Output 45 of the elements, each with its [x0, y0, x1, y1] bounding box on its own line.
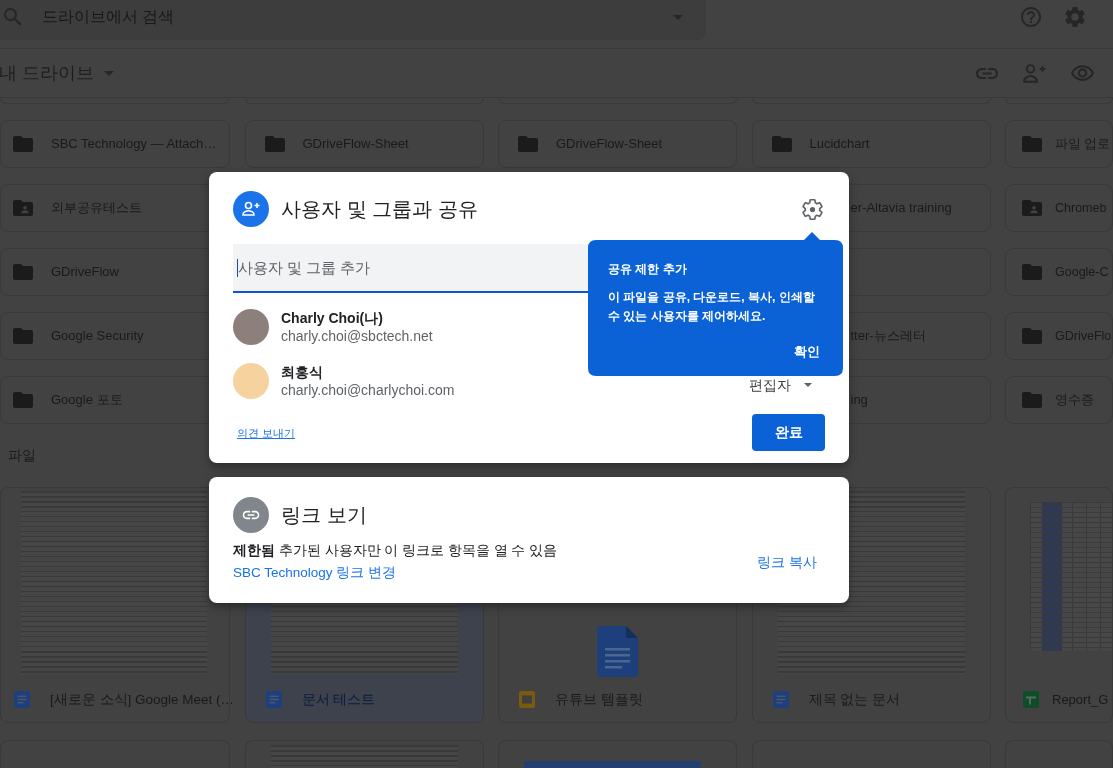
link-icon[interactable]: [976, 67, 998, 79]
slides-icon: [519, 691, 535, 708]
file-card[interactable]: [498, 740, 737, 768]
confirm-button[interactable]: 확인: [794, 344, 820, 360]
caret-icon: [804, 383, 812, 387]
role-dropdown[interactable]: 편집자: [749, 377, 812, 393]
avatar: [233, 309, 269, 345]
caret-icon[interactable]: [104, 70, 114, 76]
copy-link-button[interactable]: 링크 복사: [749, 546, 825, 578]
person-add-icon: [233, 191, 269, 227]
person-add-icon[interactable]: [1023, 63, 1046, 83]
folder-icon: [13, 392, 33, 408]
search-icon[interactable]: [4, 8, 22, 26]
link-icon: [233, 497, 269, 533]
folder-icon: [264, 136, 285, 152]
folder-icon: [771, 136, 792, 152]
text-cursor: [237, 259, 238, 277]
document-icon: [597, 626, 638, 677]
shared-folder-icon: [1022, 200, 1042, 216]
folder-icon: [1022, 264, 1042, 280]
help-icon[interactable]: [1021, 7, 1041, 27]
folder-icon: [13, 136, 33, 152]
folder-icon: [13, 328, 33, 344]
folder-icon: [1022, 328, 1042, 344]
folder-icon: [1022, 136, 1042, 152]
avatar: [233, 363, 269, 399]
document-icon: [265, 691, 282, 708]
person-email: charly.choi@charlychoi.com: [281, 381, 455, 399]
tooltip-title: 공유 제한 추가: [608, 262, 688, 276]
document-icon: [14, 691, 30, 708]
folder-icon: [13, 264, 33, 280]
folder-icon: [1022, 392, 1042, 408]
dialog-title: 사용자 및 그룹과 공유: [281, 197, 478, 222]
shared-folder-icon: [13, 200, 33, 216]
done-button[interactable]: 완료: [752, 414, 825, 451]
spreadsheet-icon: [1023, 691, 1039, 708]
dialog-title: 링크 보기: [281, 503, 367, 528]
document-icon: [772, 691, 789, 708]
eye-icon[interactable]: [1071, 65, 1094, 81]
settings-icon[interactable]: [802, 198, 823, 220]
feedback-link[interactable]: 의견 보내기: [237, 425, 296, 440]
person-name: Charly Choi(나): [281, 309, 384, 327]
person-name: 최홍식: [281, 363, 324, 381]
person-email: charly.choi@sbctech.net: [281, 327, 433, 345]
folder-icon: [518, 136, 538, 152]
